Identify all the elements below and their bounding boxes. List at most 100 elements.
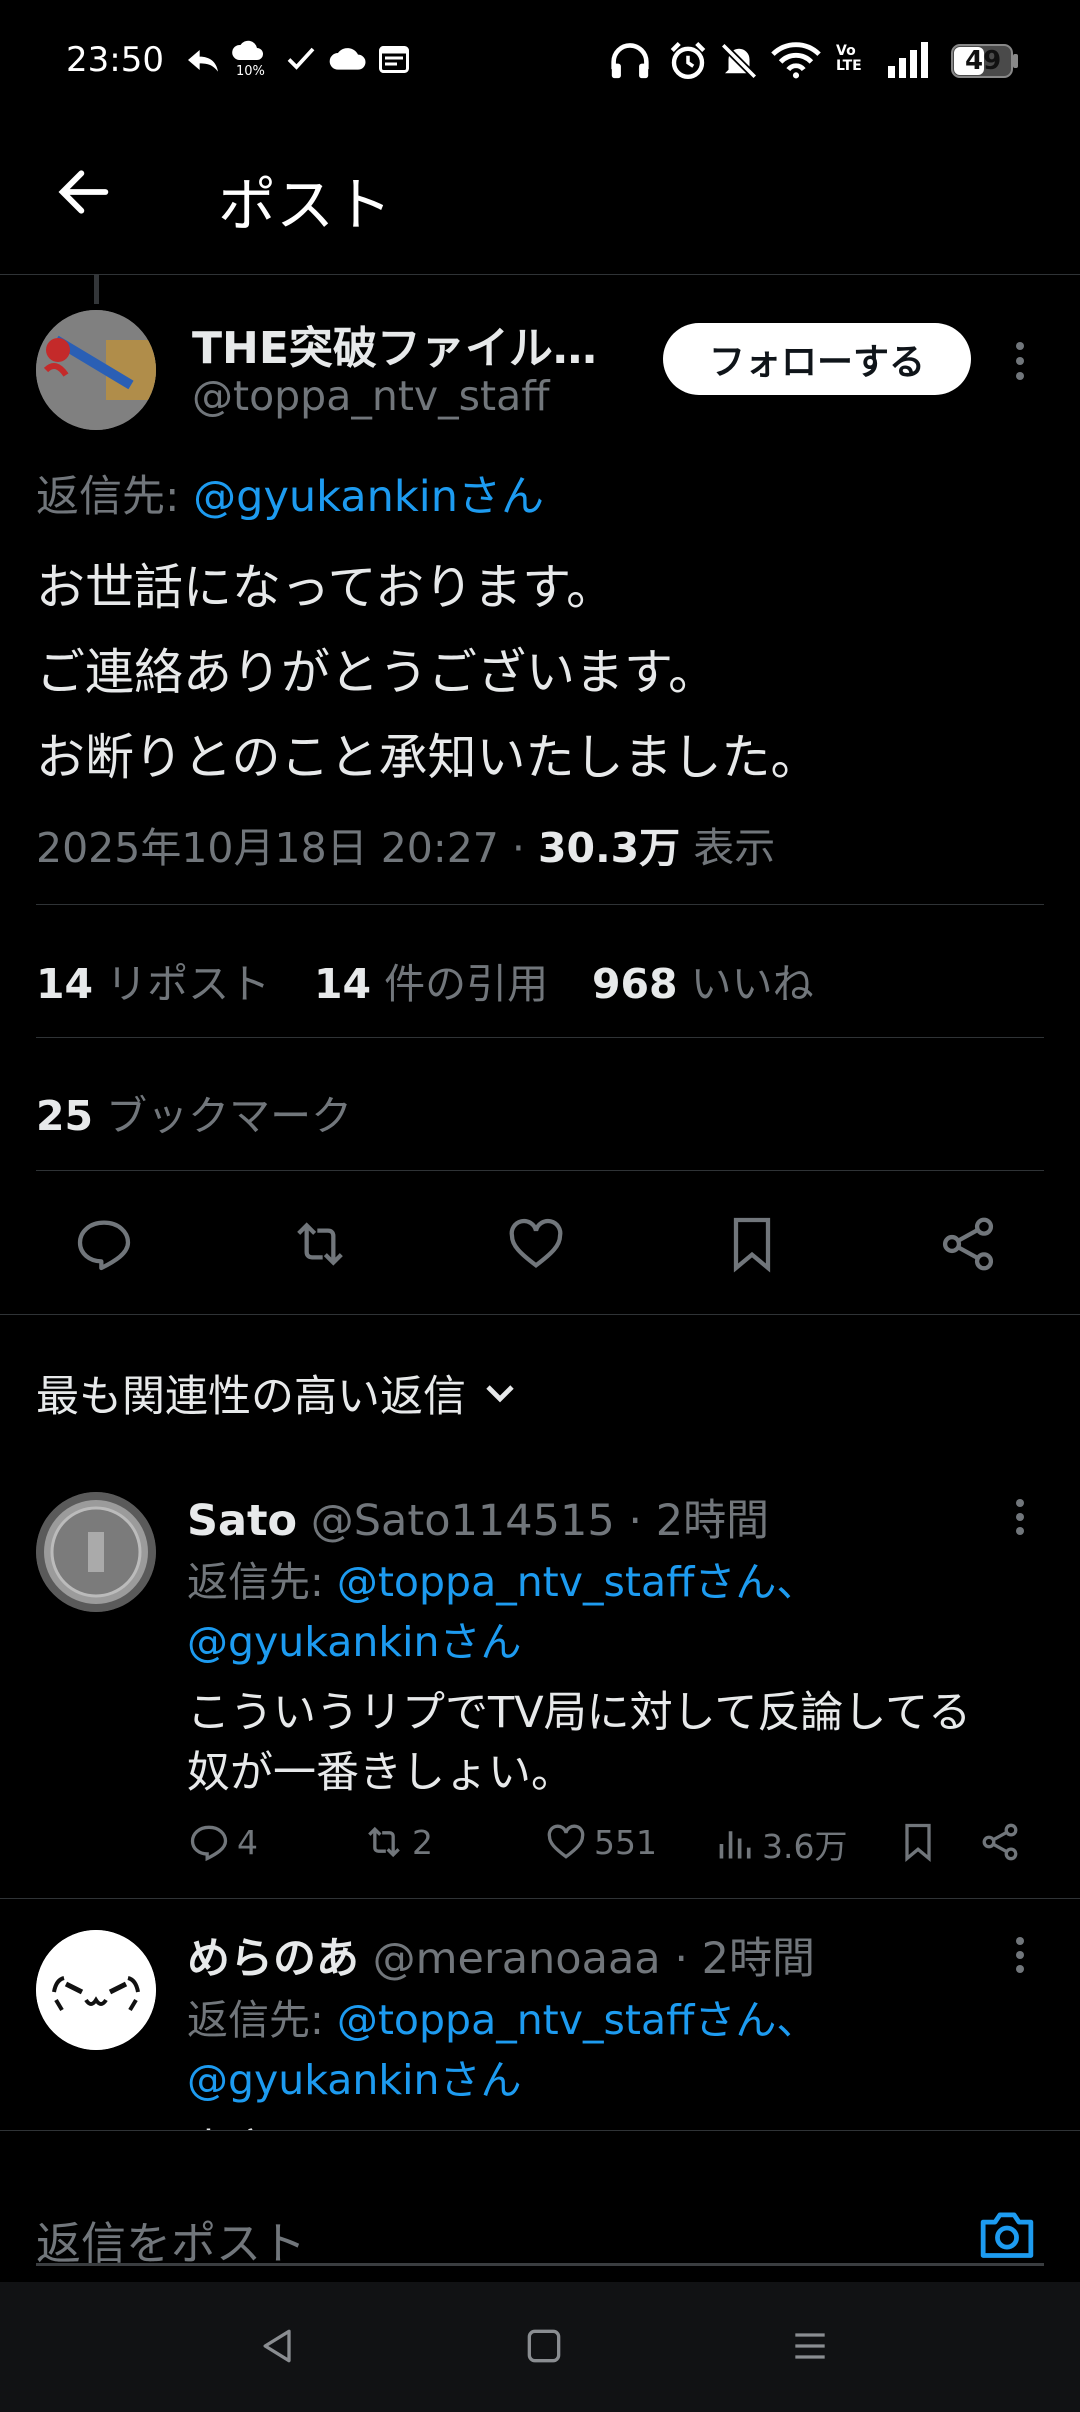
reply-button[interactable]	[72, 1212, 144, 1276]
repost-icon	[368, 1826, 400, 1858]
views-chart-icon	[719, 1831, 751, 1859]
reply-reply-button[interactable]: 4	[187, 1820, 258, 1864]
headphones-icon	[608, 40, 652, 80]
likes-label: いいね	[690, 960, 814, 1008]
quotes-stat[interactable]: 14 件の引用	[314, 950, 548, 1010]
reply-to-users-link[interactable]: @gyukankinさん	[187, 1608, 522, 1668]
square-home-icon	[527, 2329, 561, 2363]
tweet-body-line: お断りとのこと承知いたしました。	[36, 729, 820, 786]
header-divider	[0, 274, 1080, 275]
bookmarks-label: ブックマーク	[106, 1092, 353, 1140]
reply-to-prefix: 返信先:	[187, 1996, 337, 2044]
quotes-label: 件の引用	[384, 960, 549, 1008]
more-options-button[interactable]	[1002, 336, 1038, 386]
reply-to-prefix: 返信先:	[36, 472, 194, 522]
tweet-meta: 2025年10月18日 20:27 · 30.3万 表示	[36, 814, 775, 874]
reposts-stat[interactable]: 14 リポスト	[36, 950, 270, 1010]
rain-label: 10%	[236, 64, 265, 79]
page-title: ポスト	[218, 171, 393, 239]
reply-reply-count: 4	[237, 1822, 258, 1862]
reply-to-line: 返信先: @toppa_ntv_staffさん、	[187, 1548, 817, 1608]
reply-repost-button[interactable]: 2	[362, 1820, 433, 1864]
replies-sort-dropdown[interactable]: 最も関連性の高い返信	[36, 1362, 524, 1424]
menu-lines-icon	[795, 2333, 825, 2359]
reply-bookmark-button[interactable]	[896, 1820, 940, 1864]
views-count: 30.3万	[538, 824, 681, 872]
reply-to-line: 返信先: @toppa_ntv_staffさん、	[187, 1986, 817, 2046]
reply-to-users-link[interactable]: @toppa_ntv_staffさん、	[337, 1996, 817, 2044]
share-icon	[982, 1823, 1018, 1861]
meta-divider	[36, 904, 1044, 905]
likes-stat[interactable]: 968 いいね	[592, 950, 814, 1010]
reply-text-line: こういうリプでTV局に対して反論してる	[187, 1688, 972, 1738]
camera-icon	[980, 2212, 1034, 2258]
reply-author-handle[interactable]: @Sato114515	[311, 1496, 615, 1546]
reply-author-handle[interactable]: @meranoaaa	[373, 1934, 661, 1984]
reply-author-name[interactable]: Sato	[187, 1496, 297, 1546]
bookmark-icon	[905, 1823, 931, 1863]
reply-more-button[interactable]	[1002, 1932, 1038, 1978]
reply-to-users-link[interactable]: @gyukankinさん	[187, 2046, 522, 2106]
like-button[interactable]	[504, 1212, 576, 1276]
more-vertical-icon	[1016, 342, 1024, 380]
share-button[interactable]	[936, 1212, 1008, 1276]
reply-author-name[interactable]: めらのあ	[187, 1934, 359, 1984]
likes-count: 968	[592, 960, 678, 1008]
bookmark-button[interactable]	[720, 1212, 792, 1276]
reply-more-button[interactable]	[1002, 1494, 1038, 1540]
calendar-icon	[376, 40, 412, 76]
thread-connector	[94, 274, 99, 304]
reply-share-button[interactable]	[978, 1820, 1022, 1864]
reply-time: · 2時間	[628, 1496, 770, 1546]
tweet-author-handle[interactable]: @toppa_ntv_staff	[192, 372, 549, 420]
system-nav-bar	[0, 2282, 1080, 2412]
reply-text-line: 奴が一番きしょい。	[187, 1748, 574, 1798]
reply-like-count: 551	[594, 1822, 657, 1862]
nav-home-button[interactable]	[522, 2324, 566, 2368]
more-vertical-icon	[1016, 1937, 1024, 1973]
repost-icon	[297, 1222, 343, 1266]
bell-muted-icon	[718, 40, 760, 82]
follow-button[interactable]: フォローする	[663, 323, 971, 395]
views-label: 表示	[693, 824, 776, 872]
reply-to-user-link[interactable]: @gyukankin	[193, 472, 458, 522]
status-time: 23:50	[66, 40, 164, 80]
repost-button[interactable]	[288, 1212, 360, 1276]
reply-avatar[interactable]	[36, 1492, 156, 1612]
tweet-author-avatar[interactable]	[36, 310, 156, 430]
reposts-count: 14	[36, 960, 94, 1008]
reply-to-line: 返信先: @gyukankinさん	[36, 462, 544, 524]
quotes-count: 14	[314, 960, 372, 1008]
nav-back-button[interactable]	[256, 2324, 300, 2368]
reply-to-suffix[interactable]: さん	[458, 472, 544, 522]
arrow-left-icon	[58, 170, 109, 214]
volte-icon: Vo LTE	[836, 43, 862, 74]
reply-divider	[0, 1898, 1080, 1899]
meta-separator: ·	[511, 824, 525, 872]
nav-menu-button[interactable]	[788, 2324, 832, 2368]
reply-header: Sato @Sato114515 · 2時間	[187, 1486, 769, 1548]
bookmarks-stat[interactable]: 25 ブックマーク	[36, 1082, 352, 1142]
share-icon	[942, 1217, 994, 1271]
cloud-icon	[328, 40, 368, 76]
reply-like-button[interactable]: 551	[544, 1820, 657, 1864]
stats-divider	[36, 1037, 1044, 1038]
bookmark-icon	[733, 1217, 771, 1273]
status-bar: 23:50 10% Vo LTE 49	[0, 0, 1080, 130]
reply-composer: 返信をポスト	[0, 2130, 1080, 2280]
reply-views-button[interactable]: 3.6万	[716, 1820, 847, 1868]
chevron-down-icon	[486, 1385, 514, 1403]
reply-time: · 2時間	[674, 1934, 816, 1984]
reply-to-prefix: 返信先:	[187, 1558, 337, 1606]
reply-header: めらのあ @meranoaaa · 2時間	[187, 1924, 815, 1986]
reply-to-users-link[interactable]: @toppa_ntv_staffさん、	[337, 1558, 817, 1606]
tweet-timestamp: 2025年10月18日 20:27	[36, 824, 499, 872]
reply-avatar[interactable]	[36, 1930, 156, 2050]
weather-icon: 10%	[230, 38, 266, 79]
reply-views-count: 3.6万	[762, 1827, 848, 1866]
tweet-author-name[interactable]: THE突破ファイル…	[192, 312, 597, 376]
camera-button[interactable]	[976, 2205, 1038, 2263]
triangle-back-icon	[263, 2329, 291, 2363]
back-button[interactable]	[52, 160, 116, 224]
reply-icon	[77, 1220, 131, 1271]
